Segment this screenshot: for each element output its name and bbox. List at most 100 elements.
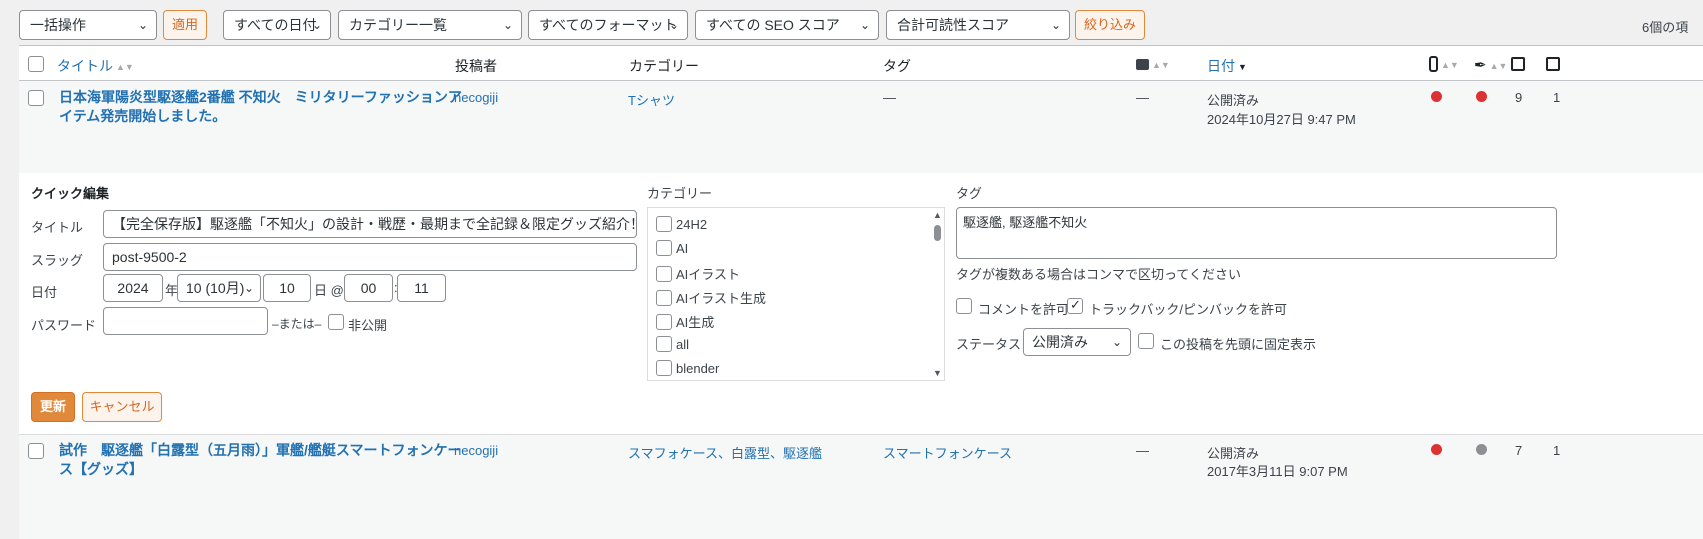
post-title-line: イテム発売開始しました。 (59, 108, 227, 124)
month-value: 10 (10月) (186, 280, 245, 296)
allow-pings-label: トラックバック/ピンバックを許可 (1089, 302, 1287, 317)
category-filter-value: カテゴリー一覧 (349, 17, 447, 33)
column-outgoing-links[interactable] (1511, 56, 1525, 72)
comments-value: — (1136, 90, 1149, 105)
allow-pings-checkbox[interactable] (1067, 297, 1083, 314)
password-input[interactable] (103, 307, 268, 335)
format-filter-select[interactable]: すべてのフォーマット ⌄ (528, 10, 688, 40)
chevron-down-icon: ⌄ (1050, 18, 1061, 32)
category-link[interactable]: Tシャツ (628, 90, 675, 109)
scrollbar-thumb[interactable] (934, 225, 941, 241)
title-label: タイトル (31, 220, 84, 235)
tags-hint: タグが複数ある場合はコンマで区切ってください (956, 267, 1241, 282)
category-checkbox[interactable] (656, 314, 672, 330)
allow-comments-checkbox[interactable] (956, 298, 972, 314)
category-checkbox[interactable] (656, 266, 672, 282)
status-value: 公開済み (1032, 334, 1088, 350)
column-title[interactable]: タイトル ▲▼ (57, 56, 134, 76)
scroll-up-icon[interactable]: ▲ (933, 210, 942, 220)
slug-input[interactable]: post-9500-2 (103, 243, 637, 271)
month-select[interactable]: 10 (10月) ⌄ (177, 274, 261, 302)
column-incoming-links[interactable] (1546, 56, 1560, 72)
category-checkbox[interactable] (656, 336, 672, 352)
tags-label: タグ (956, 186, 983, 201)
seo-score-dot (1431, 444, 1442, 455)
tag-link[interactable]: スマートフォンケース (883, 443, 1012, 462)
post-title-link[interactable]: 日本海軍陽炎型駆逐艦2番艦 不知火 ミリタリーファッションア イテム発売開始しま… (59, 88, 462, 126)
date-label: 日付 (31, 285, 58, 300)
column-date[interactable]: 日付 ▼ (1207, 56, 1247, 76)
column-readability[interactable]: ✒ ▲▼ (1474, 56, 1507, 74)
post-title-line: 日本海軍陽炎型駆逐艦2番艦 不知火 ミリタリーファッションア (59, 89, 462, 105)
chevron-down-icon: ⌄ (137, 18, 148, 32)
post-title-line: 試作 駆逐艦「白露型（五月雨）」軍艦/艦艇スマートフォンケー (59, 442, 462, 458)
date-filter-select[interactable]: すべての日付 ⌄ (223, 10, 331, 40)
quick-edit-heading: クイック編集 (31, 186, 110, 201)
feather-icon: ✒ (1474, 57, 1487, 74)
day-input[interactable]: 10 (263, 274, 311, 302)
category-item[interactable]: 24H2 (656, 216, 707, 236)
outgoing-links-count: 9 (1515, 90, 1523, 105)
row-checkbox[interactable] (28, 90, 44, 106)
column-comments[interactable]: ▲▼ (1136, 56, 1170, 72)
category-link[interactable]: スマフォケース、白露型、駆逐艦 (628, 443, 822, 462)
author-link[interactable]: necogiji (454, 443, 498, 458)
category-item[interactable]: AIイラスト (656, 264, 740, 284)
bulk-action-select[interactable]: 一括操作 ⌄ (19, 10, 157, 40)
category-filter-select[interactable]: カテゴリー一覧 ⌄ (338, 10, 522, 40)
outgoing-links-icon (1511, 57, 1525, 71)
hour-input[interactable]: 00 (344, 274, 393, 302)
category-checkbox[interactable] (656, 290, 672, 306)
category-checkbox[interactable] (656, 360, 672, 376)
category-item-label: AI生成 (676, 315, 715, 330)
readability-dot (1476, 444, 1487, 455)
title-input[interactable]: 【完全保存版】駆逐艦「不知火」の設計・戦歴・最期まで全記録＆限定グッズ紹介！ (103, 210, 637, 238)
category-item-label: 24H2 (676, 217, 708, 232)
table-row: 日本海軍陽炎型駆逐艦2番艦 不知火 ミリタリーファッションア イテム発売開始しま… (19, 81, 1703, 173)
column-category: カテゴリー (629, 58, 699, 74)
private-label: 非公開 (348, 318, 388, 333)
seo-score-dot (1431, 91, 1442, 102)
slug-label: スラッグ (31, 253, 84, 268)
category-item-label: AIイラスト生成 (676, 291, 767, 306)
post-status: 公開済み (1207, 446, 1260, 461)
password-label: パスワード (31, 318, 97, 333)
sticky-label: この投稿を先頭に固定表示 (1160, 337, 1317, 352)
incoming-links-count: 1 (1553, 443, 1561, 458)
tags-value: — (883, 90, 896, 105)
scroll-down-icon[interactable]: ▼ (933, 368, 942, 378)
category-item[interactable]: AI生成 (656, 312, 714, 332)
author-link[interactable]: necogiji (454, 90, 498, 105)
format-filter-value: すべてのフォーマット (539, 17, 678, 33)
category-checklist[interactable]: 24H2 AI AIイラスト AIイラスト生成 AI生成 all blender… (647, 207, 945, 381)
category-item[interactable]: AI (656, 240, 688, 260)
minute-input[interactable]: 11 (397, 274, 446, 302)
items-count: 6個の項 (1642, 20, 1689, 35)
category-item[interactable]: all (656, 336, 689, 356)
table-row: 試作 駆逐艦「白露型（五月雨）」軍艦/艦艇スマートフォンケー ス【グッズ】 ne… (19, 435, 1703, 539)
tags-textarea[interactable]: 駆逐艦, 駆逐艦不知火 (956, 207, 1557, 259)
year-input[interactable]: 2024 (103, 274, 163, 302)
row-checkbox[interactable] (28, 443, 44, 459)
category-checkbox[interactable] (656, 216, 672, 232)
category-scrollbar[interactable]: ▲ ▼ (931, 208, 944, 380)
category-item[interactable]: AIイラスト生成 (656, 288, 766, 308)
filter-button[interactable]: 絞り込み (1075, 10, 1145, 40)
apply-button[interactable]: 適用 (163, 10, 207, 40)
column-seo-score[interactable]: ▲▼ (1429, 56, 1459, 72)
seo-score-filter-select[interactable]: すべての SEO スコア ⌄ (695, 10, 879, 40)
private-checkbox[interactable] (328, 314, 344, 330)
update-button[interactable]: 更新 (31, 392, 75, 422)
incoming-links-icon (1546, 57, 1560, 71)
allow-comments-label: コメントを許可 (978, 302, 1070, 317)
select-all-checkbox[interactable] (28, 56, 44, 72)
status-select[interactable]: 公開済み ⌄ (1023, 328, 1131, 356)
category-item[interactable]: blender (656, 360, 719, 380)
incoming-links-count: 1 (1553, 90, 1561, 105)
readability-filter-select[interactable]: 合計可読性スコア ⌄ (886, 10, 1070, 40)
category-checkbox[interactable] (656, 240, 672, 256)
post-title-link[interactable]: 試作 駆逐艦「白露型（五月雨）」軍艦/艦艇スマートフォンケー ス【グッズ】 (59, 441, 462, 479)
cancel-button[interactable]: キャンセル (82, 392, 162, 422)
column-tags: タグ (883, 58, 911, 74)
sticky-checkbox[interactable] (1138, 333, 1154, 349)
